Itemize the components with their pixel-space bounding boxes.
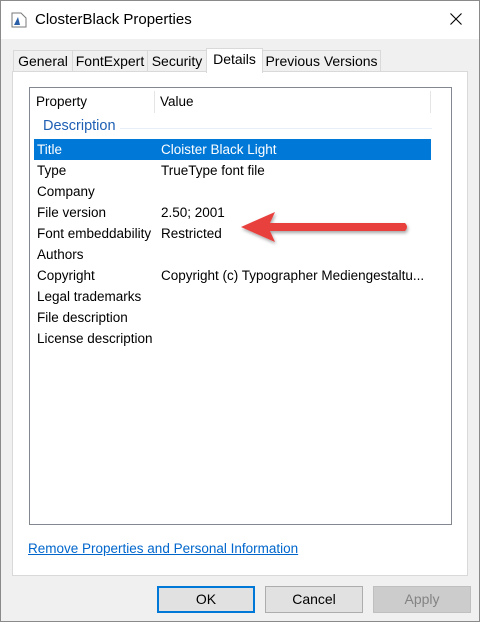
tab-security[interactable]: Security [147, 50, 207, 71]
property-value: 2.50; 2001 [161, 205, 225, 220]
property-label: File description [37, 310, 128, 325]
tab-previous-versions[interactable]: Previous Versions [262, 50, 381, 71]
cancel-button[interactable]: Cancel [265, 586, 363, 613]
list-item-license-description[interactable]: License description [34, 328, 431, 349]
property-value: TrueType font file [161, 163, 265, 178]
close-icon [450, 12, 462, 28]
properties-dialog: ClosterBlack Properties General FontExpe… [0, 0, 480, 622]
column-divider[interactable] [430, 91, 431, 113]
tab-fontexpert[interactable]: FontExpert [72, 50, 148, 71]
property-label: Title [37, 142, 63, 157]
details-panel: Property Value Description Title Cloiste… [12, 71, 468, 576]
list-item-type[interactable]: Type TrueType font file [34, 160, 431, 181]
list-header: Property Value [30, 88, 451, 115]
annotation-arrow-icon [237, 207, 415, 250]
property-value: Cloister Black Light [161, 142, 277, 157]
tab-general[interactable]: General [13, 50, 73, 71]
font-file-icon [11, 12, 27, 28]
list-item-copyright[interactable]: Copyright Copyright (c) Typographer Medi… [34, 265, 431, 286]
property-value: Restricted [161, 226, 222, 241]
list-item-company[interactable]: Company [34, 181, 431, 202]
property-label: Font embeddability [37, 226, 152, 241]
column-header-property[interactable]: Property [36, 94, 87, 109]
property-label: Copyright [37, 268, 95, 283]
remove-properties-link[interactable]: Remove Properties and Personal Informati… [28, 541, 298, 556]
list-item-title[interactable]: Title Cloister Black Light [34, 139, 431, 160]
title-bar: ClosterBlack Properties [1, 1, 479, 39]
ok-button[interactable]: OK [157, 586, 255, 613]
property-label: File version [37, 205, 107, 220]
property-label: Authors [37, 247, 84, 262]
tab-details[interactable]: Details [206, 48, 263, 73]
property-value: Copyright (c) Typographer Mediengestaltu… [161, 268, 425, 283]
details-list[interactable]: Property Value Description Title Cloiste… [29, 87, 452, 525]
column-divider[interactable] [154, 91, 155, 113]
group-divider [120, 128, 432, 129]
group-header-description[interactable]: Description [43, 118, 116, 134]
close-button[interactable] [433, 1, 479, 39]
list-item-file-description[interactable]: File description [34, 307, 431, 328]
column-header-value[interactable]: Value [160, 94, 194, 109]
list-item-legal-trademarks[interactable]: Legal trademarks [34, 286, 431, 307]
property-label: License description [37, 331, 153, 346]
apply-button[interactable]: Apply [373, 586, 471, 613]
property-label: Type [37, 163, 67, 178]
property-label: Company [37, 184, 95, 199]
window-title: ClosterBlack Properties [35, 11, 192, 28]
property-label: Legal trademarks [37, 289, 142, 304]
